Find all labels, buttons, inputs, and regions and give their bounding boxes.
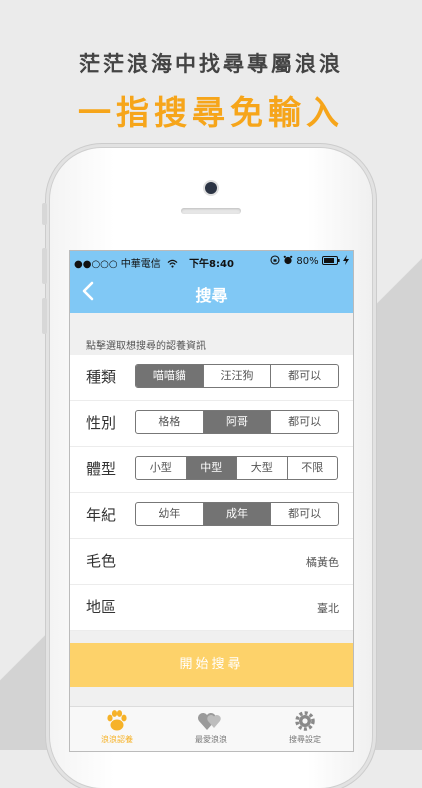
age-row: 年紀 幼年 成年 都可以 xyxy=(70,493,353,539)
region-value: 臺北 xyxy=(317,602,339,615)
volume-down-button xyxy=(42,298,47,334)
rotation-lock-icon xyxy=(270,255,280,265)
size-option-large[interactable]: 大型 xyxy=(237,457,288,479)
tab-bar: 浪浪認養 最愛浪浪 搜尋設定 xyxy=(70,706,353,751)
promo-title: 一指搜尋免輸入 xyxy=(78,93,344,132)
color-value: 橘黃色 xyxy=(306,556,339,569)
gender-segmented-control: 格格 阿哥 都可以 xyxy=(135,410,339,434)
species-option-cat[interactable]: 喵喵貓 xyxy=(136,365,204,387)
color-row[interactable]: 毛色 橘黃色 xyxy=(70,539,353,585)
species-label: 種類 xyxy=(86,368,117,386)
volume-up-button xyxy=(42,248,47,284)
size-row: 體型 小型 中型 大型 不限 xyxy=(70,447,353,493)
search-form: 種類 喵喵貓 汪汪狗 都可以 性別 格格 阿哥 都可以 體型 小型 中型 大型 … xyxy=(70,355,353,631)
alarm-icon xyxy=(283,255,293,265)
age-option-young[interactable]: 幼年 xyxy=(136,503,204,525)
charging-icon xyxy=(343,255,349,265)
battery-percent: 80% xyxy=(296,256,319,267)
tab-adopt-label: 浪浪認養 xyxy=(101,735,133,744)
app-screen: ●●○○○ 中華電信 下午8:40 80% 搜尋 點擊選取想搜尋的認養資訊 種類… xyxy=(69,250,354,752)
gear-icon xyxy=(295,711,315,731)
region-label: 地區 xyxy=(86,598,117,616)
promo-subtitle: 茫茫浪海中找尋專屬浪浪 xyxy=(79,52,343,76)
tab-favorites-label: 最愛浪浪 xyxy=(195,735,227,744)
earpiece-speaker xyxy=(181,208,241,214)
page-title: 搜尋 xyxy=(195,286,228,305)
species-option-dog[interactable]: 汪汪狗 xyxy=(204,365,272,387)
size-segmented-control: 小型 中型 大型 不限 xyxy=(135,456,338,480)
gender-option-female[interactable]: 格格 xyxy=(136,411,204,433)
age-segmented-control: 幼年 成年 都可以 xyxy=(135,502,339,526)
form-hint: 點擊選取想搜尋的認養資訊 xyxy=(86,341,206,352)
gender-option-any[interactable]: 都可以 xyxy=(271,411,338,433)
battery-icon xyxy=(321,256,340,265)
tab-settings[interactable]: 搜尋設定 xyxy=(258,709,352,745)
size-label: 體型 xyxy=(86,460,117,478)
gender-label: 性別 xyxy=(86,414,117,432)
age-label: 年紀 xyxy=(86,506,117,524)
tab-favorites[interactable]: 最愛浪浪 xyxy=(164,709,258,745)
tab-adopt[interactable]: 浪浪認養 xyxy=(70,709,164,745)
tab-settings-label: 搜尋設定 xyxy=(289,735,321,744)
species-option-any[interactable]: 都可以 xyxy=(271,365,338,387)
front-camera xyxy=(205,182,217,194)
species-segmented-control: 喵喵貓 汪汪狗 都可以 xyxy=(135,364,339,388)
size-option-any[interactable]: 不限 xyxy=(288,457,338,479)
start-search-button[interactable]: 開始搜尋 xyxy=(70,643,353,687)
region-row[interactable]: 地區 臺北 xyxy=(70,585,353,631)
mute-switch xyxy=(42,203,47,225)
paw-icon xyxy=(107,710,127,731)
age-option-adult[interactable]: 成年 xyxy=(203,503,272,525)
size-option-medium[interactable]: 中型 xyxy=(186,457,237,479)
gender-option-male[interactable]: 阿哥 xyxy=(203,411,272,433)
species-row: 種類 喵喵貓 汪汪狗 都可以 xyxy=(70,355,353,401)
hearts-icon xyxy=(198,713,221,730)
gender-row: 性別 格格 阿哥 都可以 xyxy=(70,401,353,447)
navigation-bar: 搜尋 xyxy=(70,271,353,313)
status-bar: ●●○○○ 中華電信 下午8:40 80% xyxy=(70,251,353,271)
color-label: 毛色 xyxy=(86,552,117,570)
status-right: 80% xyxy=(270,255,349,267)
size-option-small[interactable]: 小型 xyxy=(136,457,187,479)
age-option-any[interactable]: 都可以 xyxy=(271,503,338,525)
phone-frame: ●●○○○ 中華電信 下午8:40 80% 搜尋 點擊選取想搜尋的認養資訊 種類… xyxy=(42,148,372,788)
